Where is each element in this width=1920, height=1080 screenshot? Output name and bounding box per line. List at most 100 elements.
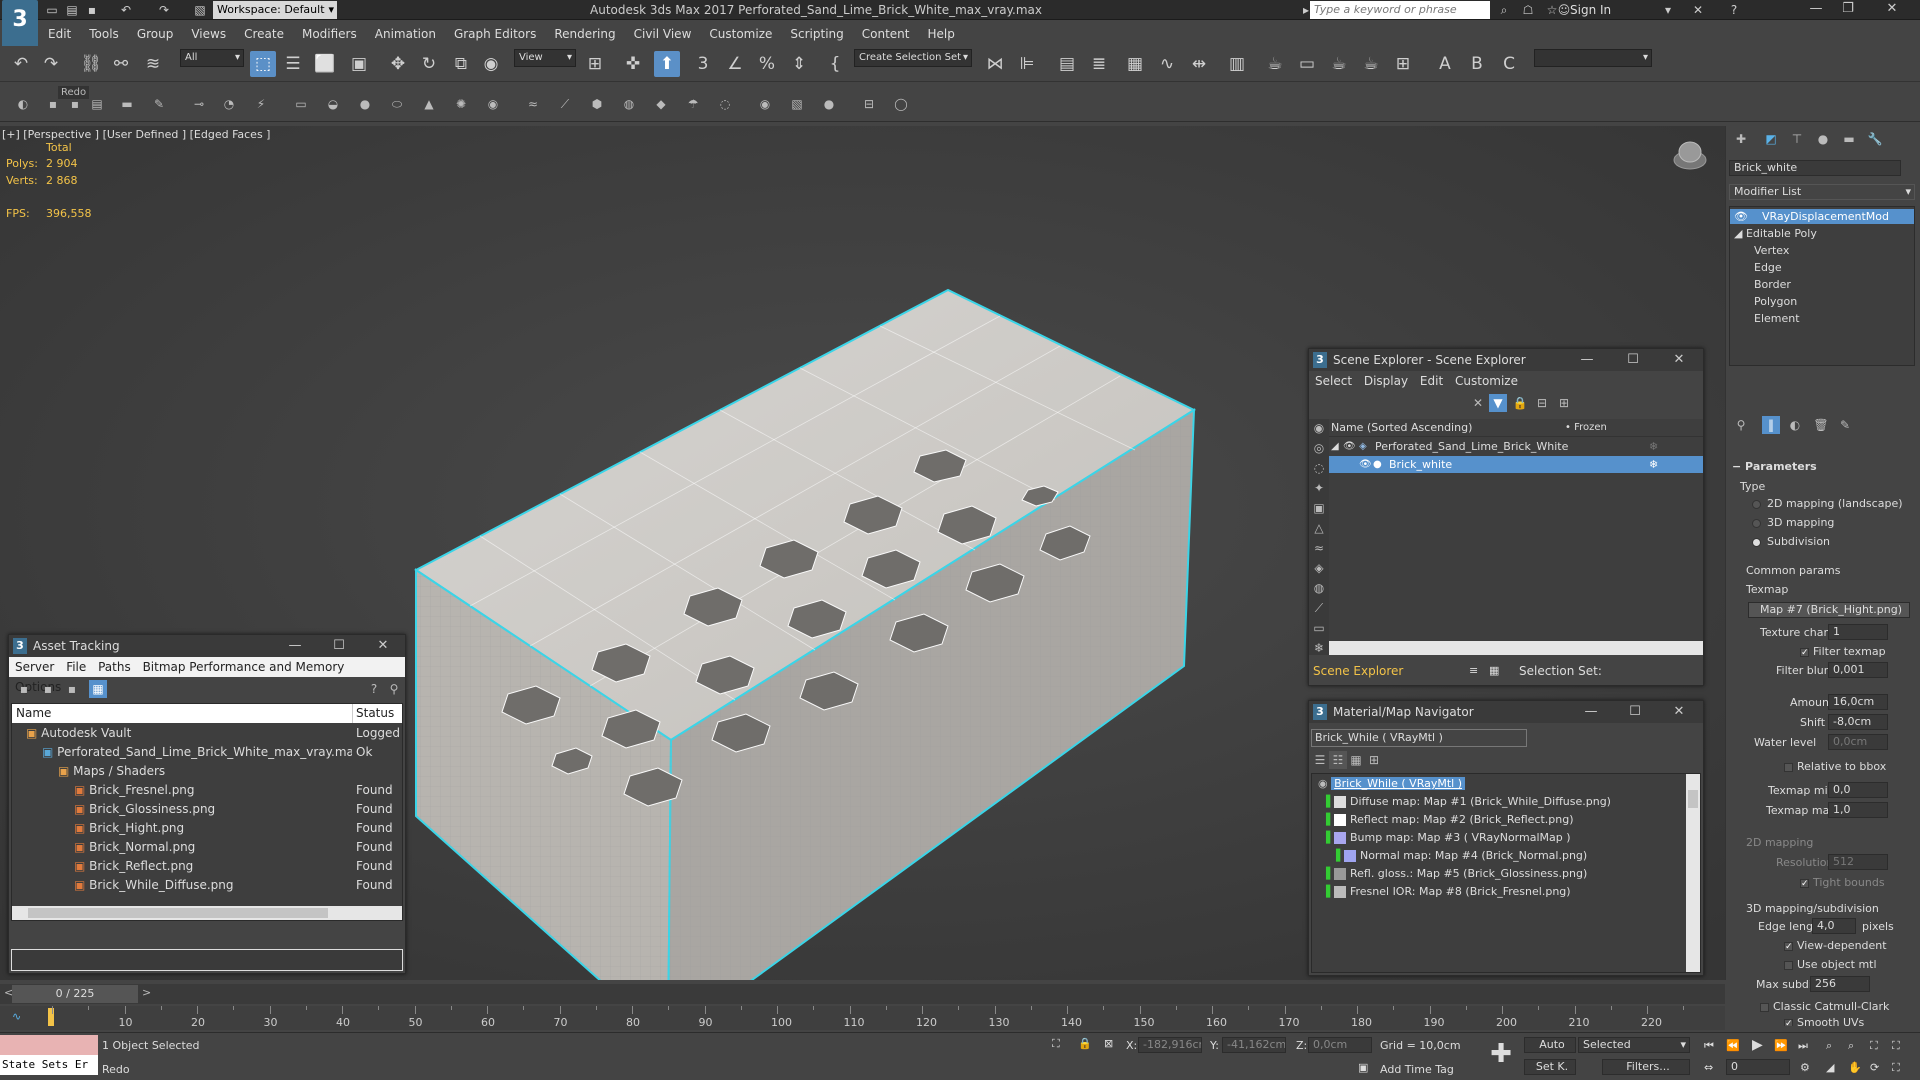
time-tag-icon[interactable]: ▣ — [1358, 1061, 1368, 1074]
stack-item-vertex[interactable]: Vertex — [1754, 244, 1789, 257]
set-key-button[interactable]: Set K. — [1524, 1059, 1576, 1075]
vray-ies-icon[interactable]: ▲ — [420, 95, 438, 113]
maxscript-listener[interactable]: State Sets Er — [0, 1055, 98, 1075]
containers-filter-icon[interactable]: ▭ — [1310, 619, 1328, 637]
time-config-icon[interactable]: ⚙ — [1800, 1061, 1810, 1074]
stack-item-border[interactable]: Border — [1754, 278, 1791, 291]
vray-icon-5[interactable]: ▬ — [118, 95, 136, 113]
time-slider[interactable]: < 0 / 225 > — [0, 984, 1725, 1004]
prev-key-icon[interactable]: ⏪ — [1726, 1039, 1740, 1052]
reference-coord-dropdown[interactable]: View ▾ — [514, 49, 576, 67]
vray-help-icon[interactable]: ◯ — [892, 95, 910, 113]
utilities-tab-icon[interactable]: 🔧 — [1866, 130, 1884, 148]
move-icon[interactable]: ✥ — [385, 51, 411, 77]
eye-icon[interactable]: 👁 — [1734, 210, 1748, 223]
vray-plane-icon[interactable]: ⬢ — [588, 95, 606, 113]
filter-blur-spinner[interactable]: 0,001 — [1828, 662, 1888, 678]
workspace-dropdown[interactable]: Workspace: Default ▾ — [213, 1, 337, 19]
menu-rendering[interactable]: Rendering — [546, 24, 625, 44]
xrefs-filter-icon[interactable]: ◍ — [1310, 579, 1328, 597]
hierarchy-tab-icon[interactable]: ⊤ — [1788, 130, 1806, 148]
ribbon-toggle-icon[interactable]: ▦ — [1122, 51, 1148, 77]
motion-tab-icon[interactable]: ● — [1814, 130, 1832, 148]
communication-icon[interactable]: ☖ — [1520, 2, 1536, 18]
vray-mtl2-icon[interactable]: ◌ — [716, 95, 734, 113]
vray-icon-8[interactable]: ◔ — [220, 95, 238, 113]
lights-filter-icon[interactable]: ✦ — [1310, 479, 1328, 497]
tight-bounds-checkbox[interactable]: ✓ Tight bounds — [1800, 876, 1885, 889]
menu-display[interactable]: Display — [1364, 374, 1408, 388]
parameters-rollout-header[interactable]: − Parameters — [1732, 460, 1817, 473]
vray-fur-icon[interactable]: ≈ — [524, 95, 542, 113]
scrollbar-thumb[interactable] — [1688, 790, 1698, 808]
mirror-icon[interactable]: ⋈ — [982, 51, 1008, 77]
tree-row-child[interactable]: 👁 ● Brick_white ❄ — [1329, 456, 1703, 473]
menu-bitmap-performance[interactable]: Bitmap Performance and Memory — [143, 660, 345, 674]
map-row[interactable]: ▌ Bump map: Map #3 ( VRayNormalMap ) — [1326, 830, 1571, 846]
bind-spacewarp-icon[interactable]: ≋ — [140, 51, 166, 77]
menu-animation[interactable]: Animation — [367, 24, 446, 44]
render-iterative-icon[interactable]: ☕ — [1358, 51, 1384, 77]
map-row[interactable]: ▌ Refl. gloss.: Map #5 (Brick_Glossiness… — [1326, 866, 1587, 882]
current-material-field[interactable]: Brick_While ( VRayMtl ) — [1311, 729, 1527, 747]
use-object-mtl-checkbox[interactable]: Use object mtl — [1784, 958, 1877, 971]
snaps-toggle-icon[interactable]: 3 — [690, 51, 716, 77]
key-filters-button[interactable]: Filters... — [1602, 1059, 1690, 1075]
cameras-filter-icon[interactable]: ▣ — [1310, 499, 1328, 517]
curve-editor-icon[interactable]: ∿ — [1154, 51, 1180, 77]
remove-modifier-icon[interactable]: 🗑 — [1812, 416, 1830, 434]
search-input[interactable]: Type a keyword or phrase — [1310, 1, 1490, 19]
edit-named-selection-icon[interactable]: { — [822, 51, 848, 77]
column-name-sorted[interactable]: Name (Sorted Ascending) — [1331, 419, 1472, 437]
vray-icon-7[interactable]: ⊸ — [190, 95, 208, 113]
material-editor-icon[interactable]: ▥ — [1224, 51, 1250, 77]
water-level-checkbox[interactable]: Water level — [1754, 736, 1816, 749]
checkout-icon[interactable]: ▪ — [39, 680, 57, 698]
geometry-filter-icon[interactable]: ◎ — [1310, 439, 1328, 457]
unlink-icon[interactable]: ⚯ — [108, 51, 134, 77]
vray-fb-icon[interactable]: ▧ — [788, 95, 806, 113]
hierarchy-icon[interactable]: ⊟ — [1533, 394, 1551, 412]
menu-modifiers[interactable]: Modifiers — [294, 24, 367, 44]
percent-snap-icon[interactable]: % — [754, 51, 780, 77]
new-file-icon[interactable]: ▭ — [44, 2, 60, 18]
vray-globe-icon[interactable]: ◉ — [756, 95, 774, 113]
menu-graph-editors[interactable]: Graph Editors — [446, 24, 546, 44]
toolbar-extra-dropdown[interactable]: ▾ — [1534, 49, 1652, 67]
align-icon[interactable]: ⊫ — [1014, 51, 1040, 77]
list-icons-view-icon[interactable]: ☷ — [1329, 751, 1347, 769]
map-row[interactable]: ▌ Normal map: Map #4 (Brick_Normal.png) — [1336, 848, 1587, 864]
layers-stack-icon[interactable]: ≡ — [1469, 659, 1478, 683]
rect-selection-region-icon[interactable]: ⬜ — [312, 51, 338, 77]
tree-row-root[interactable]: ◢ 👁 ◈ Perforated_Sand_Lime_Brick_White ❄ — [1329, 438, 1703, 455]
absolute-mode-icon[interactable]: ⊠ — [1104, 1037, 1113, 1050]
keyboard-shortcut-override-icon[interactable]: ⬆ — [654, 51, 680, 77]
open-file-icon[interactable]: ▤ — [64, 2, 80, 18]
exchange-icon[interactable]: ✕ — [1690, 2, 1706, 18]
select-by-name-icon[interactable]: ☰ — [280, 51, 306, 77]
add-time-tag[interactable]: Add Time Tag — [1380, 1063, 1454, 1076]
groups-filter-icon[interactable]: ◈ — [1310, 559, 1328, 577]
vertical-scrollbar[interactable] — [1686, 774, 1700, 972]
asset-path-field[interactable] — [11, 949, 403, 971]
minimize-button[interactable]: — — [1571, 349, 1603, 371]
vray-light-sphere-icon[interactable]: ● — [356, 95, 374, 113]
menu-create[interactable]: Create — [236, 24, 294, 44]
menu-help[interactable]: Help — [920, 24, 965, 44]
y-coord-field[interactable]: -41,162cm — [1222, 1037, 1286, 1053]
object-name-field[interactable]: Brick_white — [1729, 160, 1901, 176]
make-unique-icon[interactable]: ◐ — [1786, 416, 1804, 434]
shift-spinner[interactable]: -8,0cm — [1828, 714, 1888, 730]
vray-mtl-icon[interactable]: ☂ — [684, 95, 702, 113]
maximize-viewport-icon[interactable]: ⛶ — [1892, 1061, 1900, 1075]
display-all-icon[interactable]: ◉ — [1310, 419, 1328, 437]
play-icon[interactable]: ▶ — [1752, 1037, 1763, 1053]
maxscript-listener-top[interactable] — [0, 1035, 98, 1055]
frozen-icon[interactable]: ❄ — [1649, 456, 1658, 473]
viewport-label[interactable]: [+] [Perspective ] [User Defined ] [Edge… — [2, 128, 270, 141]
create-tab-icon[interactable]: ✚ — [1732, 130, 1750, 148]
selection-filter-dropdown[interactable]: All ▾ — [180, 49, 244, 67]
table-view-icon[interactable]: ▦ — [89, 680, 107, 698]
spinner-snap-icon[interactable]: ⇕ — [786, 51, 812, 77]
menu-select[interactable]: Select — [1315, 374, 1352, 388]
